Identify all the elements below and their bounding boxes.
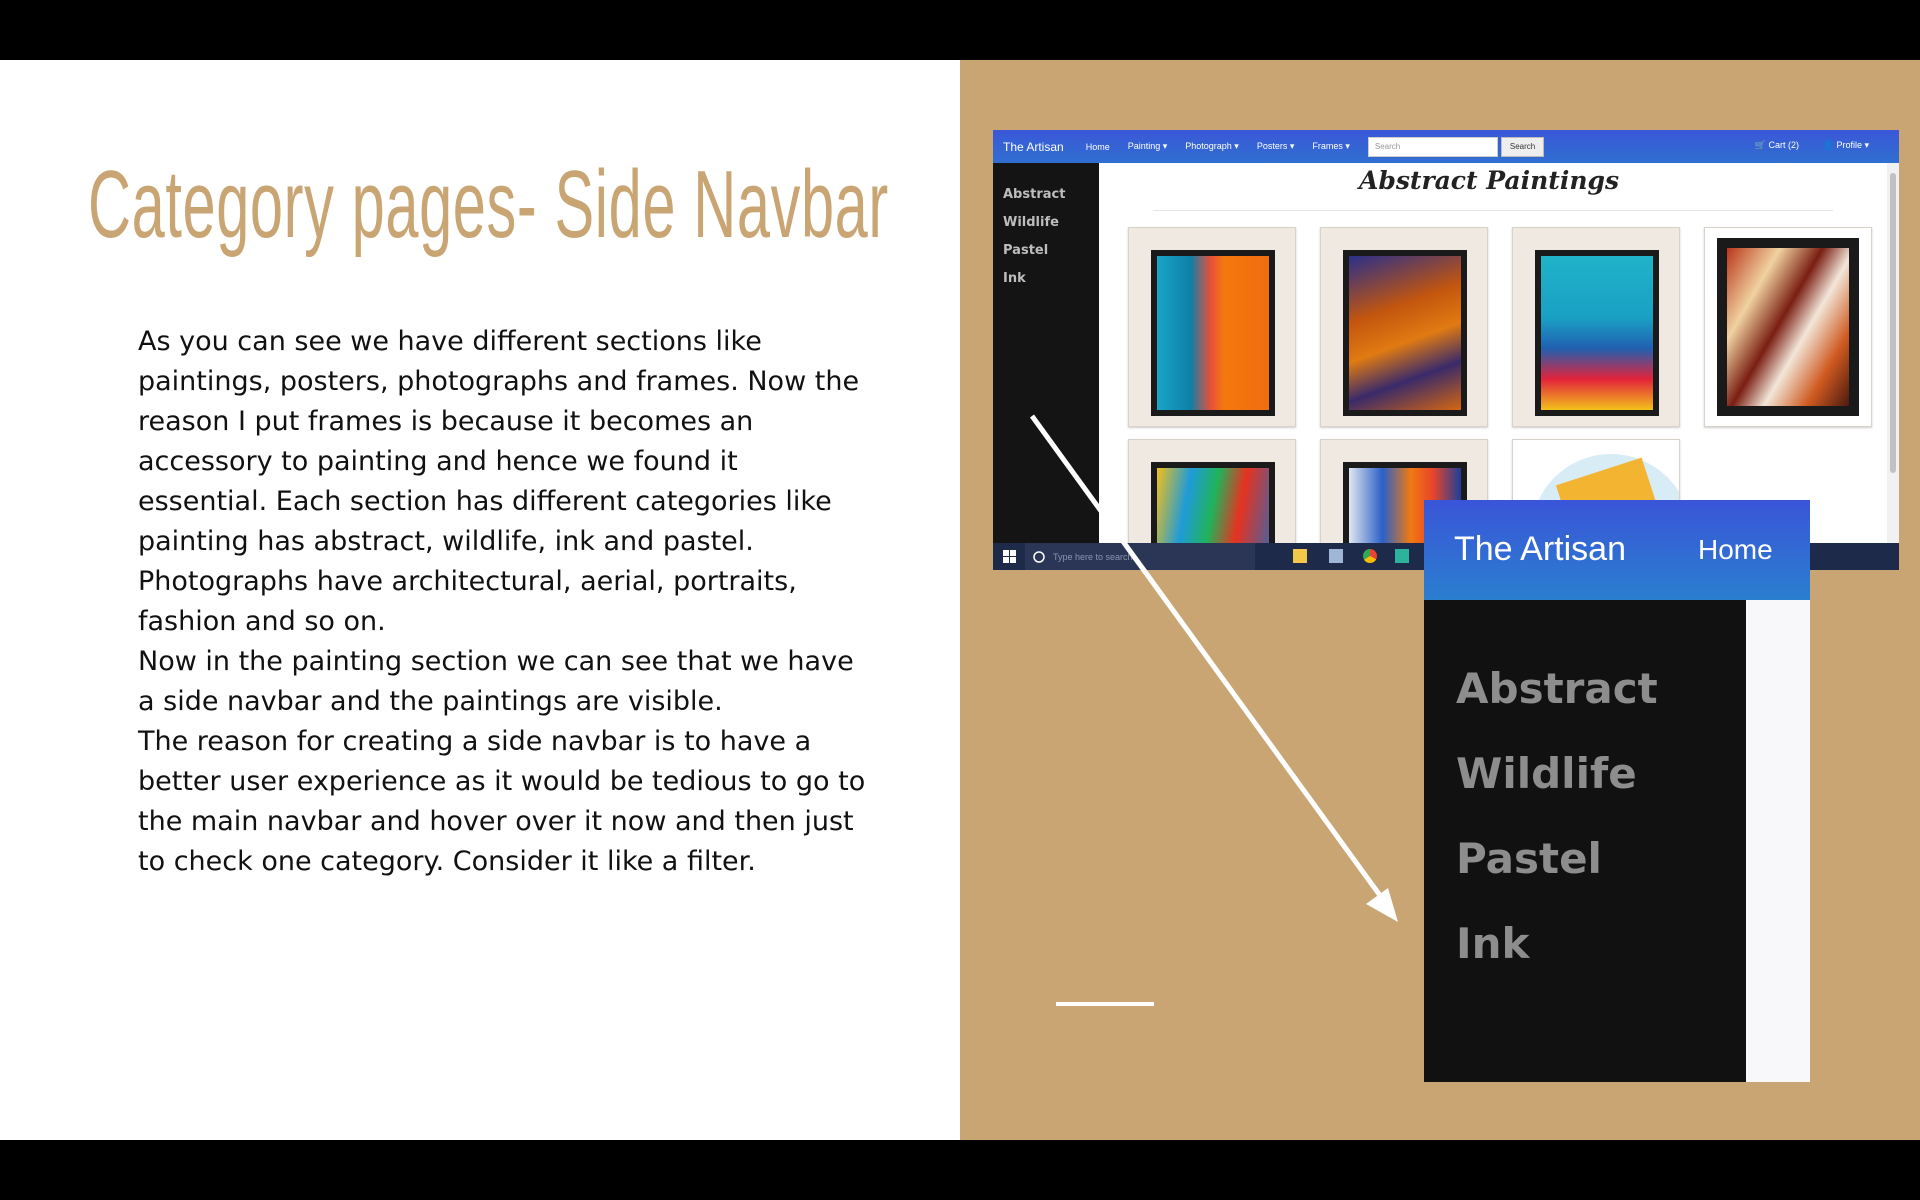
nav-photograph[interactable]: Photograph ▾ [1185,141,1239,152]
side-item-pastel[interactable]: Pastel [1003,237,1099,265]
slide-paragraph: As you can see we have different section… [138,326,860,637]
taskbar-search-text: Type here to search [1053,551,1133,562]
zoom-side-item-pastel[interactable]: Pastel [1456,816,1746,901]
scrollbar[interactable] [1887,163,1899,543]
slide-title: Category pages- Side Navbar [88,151,889,258]
file-explorer-icon[interactable] [1293,549,1307,563]
painting-card[interactable] [1128,227,1296,427]
taskbar-search[interactable]: Type here to search [1025,543,1255,570]
divider [1153,210,1833,211]
windows-start-icon[interactable] [1003,550,1017,564]
cart-link[interactable]: 🛒 Cart (2) [1755,140,1799,151]
side-item-ink[interactable]: Ink [1003,265,1099,293]
decorative-underline [1056,1002,1154,1006]
page-heading: Abstract Paintings [1358,166,1620,195]
profile-link[interactable]: 👤 Profile ▾ [1823,140,1869,151]
zoom-content-edge [1746,600,1810,1082]
letterbox-top [0,0,1920,60]
zoom-side-item-abstract[interactable]: Abstract [1456,646,1746,731]
scrollbar-thumb[interactable] [1890,173,1896,473]
painting-image [1151,250,1275,416]
side-item-abstract[interactable]: Abstract [1003,181,1099,209]
zoom-navbar: The Artisan Home [1424,500,1810,600]
nav-frames[interactable]: Frames ▾ [1312,141,1350,152]
slide-body: As you can see we have different section… [138,322,868,882]
top-navbar: The Artisan Home Painting ▾ Photograph ▾… [993,130,1899,163]
zoomed-inset: The Artisan Home Abstract Wildlife Paste… [1424,500,1810,1082]
nav-painting[interactable]: Painting ▾ [1128,141,1168,152]
side-item-wildlife[interactable]: Wildlife [1003,209,1099,237]
chrome-icon[interactable] [1363,549,1377,563]
brand-link[interactable]: The Artisan [1003,140,1064,154]
slide-left-panel: Category pages- Side Navbar As you can s… [0,60,960,1140]
zoom-side-navbar: Abstract Wildlife Pastel Ink [1424,600,1746,1082]
slide-paragraph: Now in the painting section we can see t… [138,646,854,717]
store-icon[interactable] [1329,549,1343,563]
slide-paragraph: The reason for creating a side navbar is… [138,726,866,877]
painting-card[interactable] [1512,227,1680,427]
zoom-brand[interactable]: The Artisan [1454,530,1626,569]
cortana-icon [1033,551,1045,563]
painting-card[interactable] [1704,227,1872,427]
painting-image [1535,250,1659,416]
photos-icon[interactable] [1395,549,1409,563]
letterbox-bottom [0,1140,1920,1200]
side-navbar: Abstract Wildlife Pastel Ink [993,163,1099,543]
nav-posters[interactable]: Posters ▾ [1257,141,1295,152]
painting-image [1343,250,1467,416]
nav-home[interactable]: Home [1086,142,1110,152]
search-button[interactable]: Search [1500,136,1545,157]
painting-card[interactable] [1320,227,1488,427]
zoom-side-item-wildlife[interactable]: Wildlife [1456,731,1746,816]
zoom-home-link[interactable]: Home [1698,534,1773,566]
painting-image [1717,238,1859,416]
search-input[interactable]: Search [1367,136,1498,157]
zoom-side-item-ink[interactable]: Ink [1456,901,1746,986]
